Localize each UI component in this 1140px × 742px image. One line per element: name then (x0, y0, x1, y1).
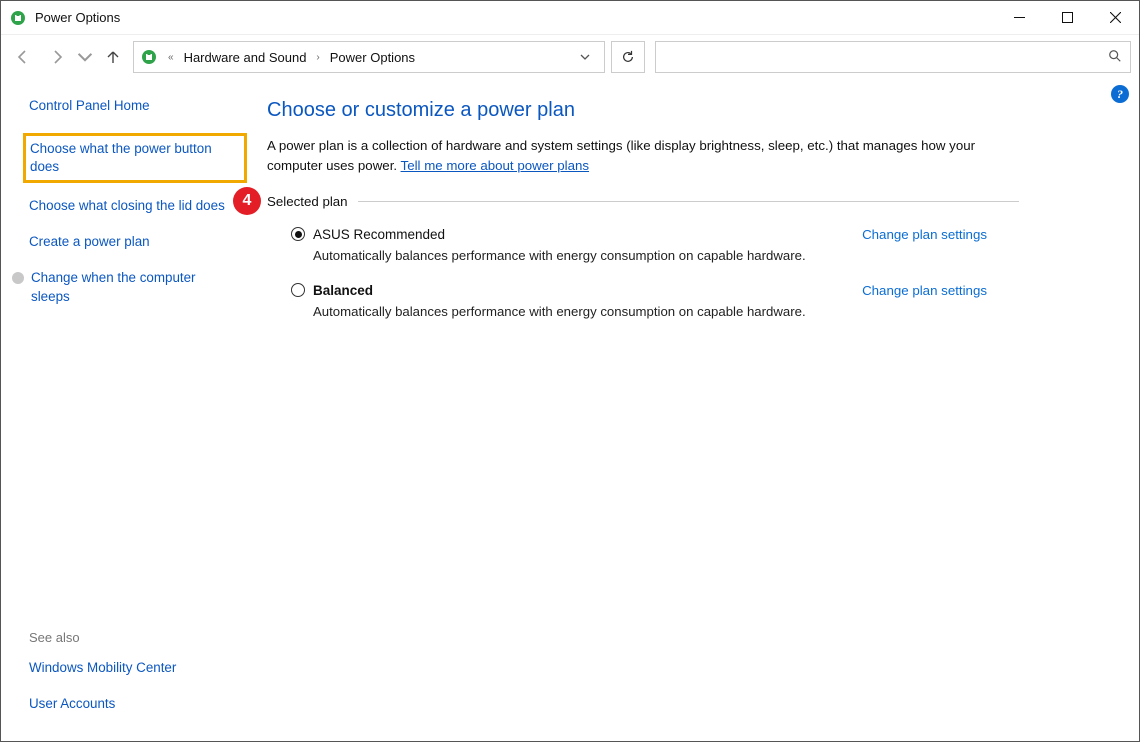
sidebar: Control Panel Home Choose what the power… (1, 79, 259, 741)
plan-radio-balanced[interactable] (291, 283, 305, 297)
breadcrumb-item[interactable]: Hardware and Sound (184, 50, 307, 65)
breadcrumb-item[interactable]: Power Options (330, 50, 415, 65)
sidebar-link-create-plan[interactable]: Create a power plan (29, 233, 247, 251)
minimize-button[interactable] (995, 1, 1043, 34)
see-also-user-accounts[interactable]: User Accounts (29, 695, 247, 713)
annotation-step-badge: 4 (233, 187, 261, 215)
section-label-text: Selected plan (267, 194, 348, 209)
navbar: « Hardware and Sound › Power Options (1, 35, 1139, 79)
plan-radio-asus[interactable] (291, 227, 305, 241)
search-input[interactable] (664, 50, 1108, 65)
plan-name: Balanced (313, 283, 373, 298)
window-title: Power Options (35, 10, 120, 25)
divider (358, 201, 1019, 202)
recent-locations-dropdown[interactable] (77, 43, 93, 71)
up-button[interactable] (99, 43, 127, 71)
section-label: Selected plan (267, 194, 1019, 209)
help-icon[interactable]: ? (1111, 85, 1129, 103)
see-also-label: See also (29, 630, 247, 645)
change-plan-settings-link[interactable]: Change plan settings (862, 283, 987, 298)
learn-more-link[interactable]: Tell me more about power plans (401, 158, 589, 173)
back-button[interactable] (9, 43, 37, 71)
plan-description: Automatically balances performance with … (291, 298, 987, 319)
plan-description: Automatically balances performance with … (291, 242, 987, 263)
close-button[interactable] (1091, 1, 1139, 34)
titlebar: Power Options (1, 1, 1139, 35)
change-plan-settings-link[interactable]: Change plan settings (862, 227, 987, 242)
sidebar-link-computer-sleeps[interactable]: Change when the computer sleeps (31, 269, 247, 305)
power-options-icon (9, 9, 27, 27)
moon-icon (11, 271, 25, 288)
main-panel: Choose or customize a power plan A power… (259, 79, 1139, 741)
search-icon[interactable] (1108, 49, 1122, 66)
chevron-right-icon[interactable]: › (312, 52, 323, 63)
power-plan-item: Balanced Change plan settings Automatica… (267, 277, 987, 333)
power-plan-item: ASUS Recommended Change plan settings Au… (267, 221, 987, 277)
chevron-left-icon[interactable]: « (164, 52, 178, 63)
refresh-button[interactable] (611, 41, 645, 73)
plan-name: ASUS Recommended (313, 227, 445, 242)
sidebar-link-closing-lid[interactable]: Choose what closing the lid does (29, 197, 247, 215)
forward-button[interactable] (43, 43, 71, 71)
search-bar[interactable] (655, 41, 1131, 73)
control-panel-home-link[interactable]: Control Panel Home (29, 97, 247, 115)
page-description: A power plan is a collection of hardware… (267, 136, 987, 176)
address-dropdown-button[interactable] (572, 50, 598, 65)
power-options-icon (140, 48, 158, 66)
maximize-button[interactable] (1043, 1, 1091, 34)
sidebar-link-power-button[interactable]: Choose what the power button does (23, 133, 247, 183)
page-title: Choose or customize a power plan (267, 99, 1019, 122)
address-bar[interactable]: « Hardware and Sound › Power Options (133, 41, 605, 73)
page-description-text: A power plan is a collection of hardware… (267, 138, 975, 173)
see-also-mobility-center[interactable]: Windows Mobility Center (29, 659, 247, 677)
